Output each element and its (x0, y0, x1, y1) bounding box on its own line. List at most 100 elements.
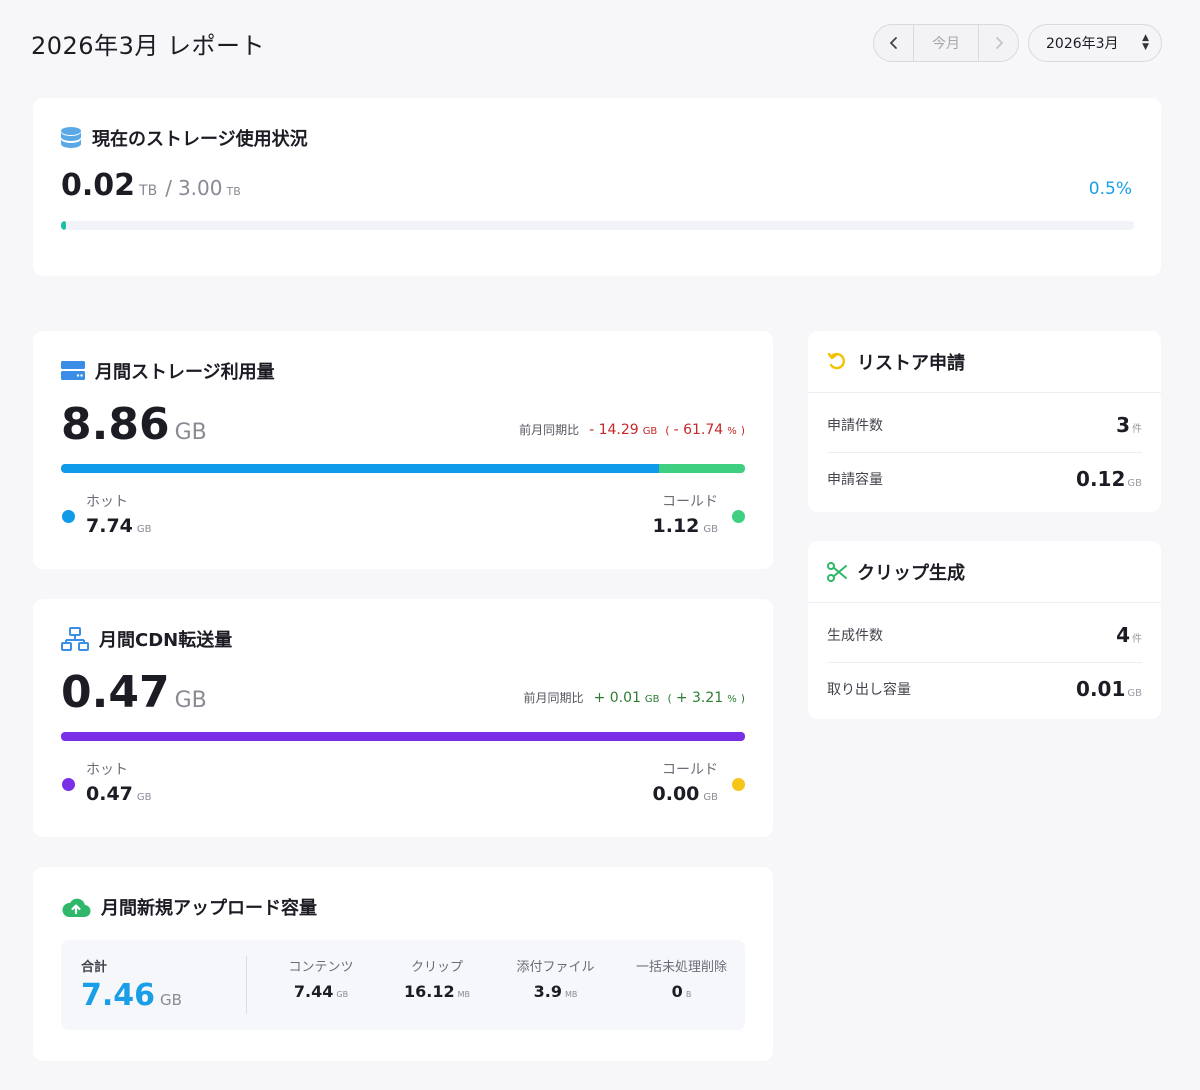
comparison-percent-unit: % (727, 426, 737, 437)
upload-item-label: コンテンツ (288, 960, 354, 975)
cold-value: 0.00 (652, 783, 700, 805)
hot-legend-dot (62, 778, 75, 791)
storage-total-value: 3.00 (177, 176, 223, 200)
uploads-breakdown-panel: 合計 7.46 GB コンテンツ 7.44 GB クリップ 16.12 MB 添付フ… (61, 940, 745, 1030)
cold-label: コールド (662, 762, 718, 778)
uploads-total-row: 7.46 GB (81, 978, 182, 1013)
next-month-button[interactable] (979, 25, 1018, 61)
hot-unit: GB (136, 792, 152, 803)
restore-count-unit: 件 (1132, 424, 1142, 435)
comparison-value: - 14.29 (589, 422, 639, 438)
comparison-unit: GB (644, 694, 660, 705)
monthly-cdn-title: 月間CDN転送量 (99, 630, 233, 651)
restore-size-value: 0.12 (1076, 467, 1126, 491)
cold-value: 1.12 (652, 515, 700, 537)
upload-item-contents: コンテンツ 7.44 GB (261, 956, 381, 1001)
month-select[interactable]: 2026年3月 ▲ ▼ (1028, 24, 1162, 62)
monthly-uploads-title-row: 月間新規アップロード容量 (61, 894, 317, 920)
storage-used-unit: TB (139, 183, 158, 199)
monthly-storage-value: 8.86 (61, 399, 170, 450)
clip-size-label: 取り出し容量 (827, 682, 911, 698)
cold-legend-dot (732, 778, 745, 791)
storage-usage-values: 0.02 TB / 3.00 TB (61, 168, 241, 203)
scissors-icon (827, 562, 847, 582)
upload-item-unit: MB (564, 990, 578, 999)
monthly-storage-title: 月間ストレージ利用量 (95, 362, 275, 383)
clip-title: クリップ生成 (857, 563, 965, 584)
upload-item-unit: GB (336, 990, 349, 999)
upload-item-bulk-delete: 一括未処理削除 0B (618, 956, 745, 1001)
clip-size-unit: GB (1127, 688, 1142, 699)
hot-label: ホット (86, 494, 128, 510)
select-caret-icon: ▲ ▼ (1142, 33, 1149, 52)
cold-value-row: 0.00 GB (653, 783, 719, 805)
comparison-percent-unit: % (727, 694, 737, 705)
cold-unit: GB (703, 792, 718, 803)
hot-segment (61, 732, 745, 741)
server-icon (61, 361, 85, 380)
clip-row-divider (827, 662, 1142, 663)
monthly-uploads-title: 月間新規アップロード容量 (101, 898, 317, 919)
monthly-cdn-value: 0.47 (61, 667, 170, 718)
hot-value-row: 7.74 GB (86, 515, 152, 537)
database-icon (61, 127, 81, 148)
clip-title-row: クリップ生成 (827, 559, 965, 585)
cloud-upload-icon (62, 898, 91, 918)
comparison-label: 前月同期比 (523, 691, 584, 705)
network-icon (61, 627, 89, 651)
monthly-cdn-total: 0.47 GB (61, 667, 207, 718)
chevron-right-icon (995, 37, 1003, 49)
hot-value: 7.74 (86, 515, 133, 537)
cold-legend-dot (732, 510, 745, 523)
restore-title: リストア申請 (857, 353, 965, 374)
monthly-cdn-unit: GB (174, 688, 207, 713)
hot-value-row: 0.47 GB (86, 783, 152, 805)
restore-count-label: 申請件数 (827, 418, 883, 434)
restore-title-row: リストア申請 (827, 349, 965, 375)
clip-size-row: 取り出し容量 0.01 GB (808, 671, 1161, 707)
upload-item-attachments: 添付ファイル 3.9 MB (493, 956, 618, 1001)
monthly-cdn-comparison: 前月同期比 + 0.01 GB ( + 3.21 % ) (524, 689, 745, 706)
upload-item-value: 0 (671, 982, 683, 1001)
storage-total-unit: TB (226, 185, 241, 198)
restore-count-value: 3 (1116, 413, 1130, 437)
comparison-paren-close: ) (740, 424, 745, 437)
hot-value: 0.47 (86, 783, 133, 805)
comparison-paren-close: ) (740, 692, 745, 705)
hot-segment (61, 464, 659, 473)
restore-size-unit: GB (1127, 478, 1142, 489)
clip-header-divider (808, 602, 1161, 603)
monthly-cdn-title-row: 月間CDN転送量 (61, 626, 232, 652)
monthly-storage-card: 月間ストレージ利用量 8.86 GB 前月同期比 - 14.29 GB ( - … (33, 331, 773, 569)
month-select-value: 2026年3月 (1046, 36, 1119, 52)
storage-progress-bar (61, 221, 1134, 230)
restore-size-label: 申請容量 (827, 472, 883, 488)
monthly-cdn-split-bar (61, 732, 745, 741)
month-navigation: 今月 (873, 24, 1019, 62)
upload-item-clips: クリップ 16.12 MB (381, 956, 493, 1001)
upload-item-label: 一括未処理削除 (635, 960, 727, 975)
upload-item-value: 7.44 (293, 982, 334, 1001)
storage-usage-title-row: 現在のストレージ使用状況 (60, 125, 308, 151)
monthly-storage-unit: GB (174, 420, 207, 445)
current-month-button[interactable]: 今月 (914, 25, 979, 61)
monthly-storage-split-bar (61, 464, 745, 473)
cold-label: コールド (662, 494, 718, 510)
clip-count-unit: 件 (1132, 634, 1142, 645)
monthly-storage-title-row: 月間ストレージ利用量 (61, 358, 275, 384)
uploads-divider (246, 956, 247, 1014)
clip-count-row: 生成件数 4件 (808, 617, 1161, 653)
restore-row-divider (827, 452, 1142, 453)
restore-header-divider (808, 392, 1161, 393)
cold-segment (658, 464, 745, 473)
storage-separator: / (165, 176, 172, 200)
undo-icon (827, 352, 845, 370)
storage-usage-card: 現在のストレージ使用状況 0.02 TB / 3.00 TB 0.5% (33, 98, 1161, 276)
monthly-storage-total: 8.86 GB (61, 399, 207, 450)
restore-count-row: 申請件数 3件 (808, 407, 1161, 443)
clip-generation-card: クリップ生成 生成件数 4件 取り出し容量 0.01 GB (808, 541, 1161, 719)
monthly-uploads-card: 月間新規アップロード容量 合計 7.46 GB コンテンツ 7.44 GB クリッ… (33, 867, 773, 1061)
upload-item-unit: B (685, 990, 692, 999)
previous-month-button[interactable] (874, 25, 914, 61)
uploads-total-value: 7.46 (81, 978, 156, 1013)
